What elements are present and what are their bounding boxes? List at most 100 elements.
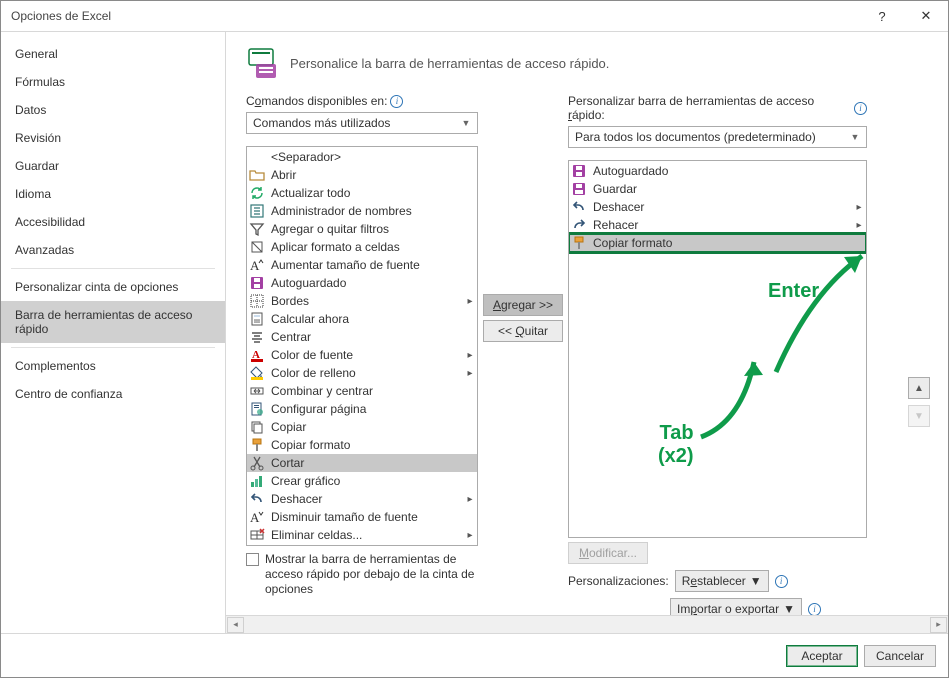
nav-item[interactable]: Accesibilidad: [1, 208, 225, 236]
info-icon[interactable]: i: [390, 95, 403, 108]
list-item[interactable]: Abrir: [247, 166, 477, 184]
cut-icon: [249, 455, 265, 471]
list-item[interactable]: Rehacer: [569, 216, 866, 234]
checkbox-label: Mostrar la barra de herramientas de acce…: [265, 552, 475, 597]
list-item[interactable]: Combinar y centrar: [247, 382, 477, 400]
dialog-footer: Aceptar Cancelar: [1, 633, 948, 677]
borders-icon: [249, 293, 265, 309]
list-item[interactable]: Deshacer: [247, 490, 477, 508]
chevron-down-icon: ▼: [783, 602, 795, 615]
list-item-label: Rehacer: [593, 218, 848, 232]
available-commands-combo[interactable]: Comandos más utilizados ▼: [246, 112, 478, 134]
nav-item[interactable]: Centro de confianza: [1, 380, 225, 408]
list-item-label: Copiar formato: [271, 438, 475, 452]
ok-button[interactable]: Aceptar: [786, 645, 858, 667]
autosave-icon: [571, 163, 587, 179]
list-item-label: Actualizar todo: [271, 186, 475, 200]
list-item-label: Cortar: [271, 456, 475, 470]
nav-item[interactable]: Complementos: [1, 352, 225, 380]
list-item[interactable]: Administrador de nombres: [247, 202, 477, 220]
submenu-indicator-icon: [854, 202, 864, 213]
list-item-label: Configurar página: [271, 402, 475, 416]
nav-item[interactable]: Revisión: [1, 124, 225, 152]
horizontal-scrollbar[interactable]: ◂ ▸: [226, 615, 948, 633]
list-item[interactable]: Deshacer: [569, 198, 866, 216]
submenu-indicator-icon: [465, 296, 475, 307]
combo-value: Comandos más utilizados: [251, 116, 459, 130]
help-icon: ?: [878, 9, 885, 24]
list-item[interactable]: Copiar formato: [247, 436, 477, 454]
scroll-right-icon[interactable]: ▸: [930, 617, 947, 633]
list-item[interactable]: Bordes: [247, 292, 477, 310]
list-item[interactable]: Autoguardado: [247, 274, 477, 292]
submenu-indicator-icon: [465, 368, 475, 379]
scroll-left-icon[interactable]: ◂: [227, 617, 244, 633]
available-commands-label: Comandos disponibles en: i: [246, 94, 478, 108]
format-painter-icon: [571, 235, 587, 251]
list-item[interactable]: AColor de fuente: [247, 346, 477, 364]
list-item-label: Eliminar celdas...: [271, 528, 459, 542]
list-item[interactable]: Eliminar celdas...: [247, 526, 477, 544]
list-item-label: Color de relleno: [271, 366, 459, 380]
info-icon[interactable]: i: [808, 603, 821, 616]
list-item[interactable]: Cortar: [247, 454, 477, 472]
nav-item[interactable]: General: [1, 40, 225, 68]
fill-color-icon: [249, 365, 265, 381]
add-button[interactable]: Agregar >>: [483, 294, 563, 316]
import-export-button[interactable]: Importar o exportar ▼: [670, 598, 802, 615]
nav-item[interactable]: Idioma: [1, 180, 225, 208]
refresh-all-icon: [249, 185, 265, 201]
font-color-icon: A: [249, 347, 265, 363]
format-painter-icon: [249, 437, 265, 453]
reorder-controls: ▲ ▼: [908, 377, 930, 427]
customizations-label: Personalizaciones:: [568, 574, 669, 588]
nav-item[interactable]: Fórmulas: [1, 68, 225, 96]
list-item[interactable]: Calcular ahora: [247, 310, 477, 328]
list-item[interactable]: Color de relleno: [247, 364, 477, 382]
folder-open-icon: [249, 167, 265, 183]
separator-icon: [249, 149, 265, 165]
qat-items-list[interactable]: AutoguardadoGuardar Deshacer Rehacer Copiar…: [568, 160, 867, 538]
list-item[interactable]: Actualizar todo: [247, 184, 477, 202]
page-setup-icon: [249, 401, 265, 417]
submenu-indicator-icon: [465, 530, 475, 541]
nav-item[interactable]: Guardar: [1, 152, 225, 180]
remove-button[interactable]: << Quitar: [483, 320, 563, 342]
list-item[interactable]: <Separador>: [247, 148, 477, 166]
available-commands-list[interactable]: <Separador>Abrir Actualizar todo Administr…: [246, 146, 478, 546]
save-icon: [571, 181, 587, 197]
customize-qat-combo[interactable]: Para todos los documentos (predeterminad…: [568, 126, 867, 148]
close-icon: ✕: [921, 8, 932, 24]
list-item[interactable]: ADisminuir tamaño de fuente: [247, 508, 477, 526]
titlebar: Opciones de Excel ? ✕: [1, 1, 948, 32]
list-item-label: Administrador de nombres: [271, 204, 475, 218]
show-below-ribbon-option[interactable]: Mostrar la barra de herramientas de acce…: [246, 552, 478, 597]
info-icon[interactable]: i: [775, 575, 788, 588]
list-item[interactable]: Crear gráfico: [247, 472, 477, 490]
move-up-button[interactable]: ▲: [908, 377, 930, 399]
info-icon[interactable]: i: [854, 102, 867, 115]
checkbox-unchecked[interactable]: [246, 553, 259, 566]
list-item[interactable]: Centrar: [247, 328, 477, 346]
list-item[interactable]: Guardar: [569, 180, 866, 198]
reset-button[interactable]: Restablecer ▼: [675, 570, 769, 592]
nav-item[interactable]: Datos: [1, 96, 225, 124]
list-item[interactable]: Copiar formato: [569, 234, 866, 252]
list-item[interactable]: AAumentar tamaño de fuente: [247, 256, 477, 274]
list-item-label: Bordes: [271, 294, 459, 308]
list-item-label: Deshacer: [593, 200, 848, 214]
svg-text:A: A: [250, 258, 260, 273]
cancel-button[interactable]: Cancelar: [864, 645, 936, 667]
filter-icon: [249, 221, 265, 237]
list-item-label: Centrar: [271, 330, 475, 344]
nav-item[interactable]: Personalizar cinta de opciones: [1, 273, 225, 301]
nav-item[interactable]: Avanzadas: [1, 236, 225, 264]
list-item[interactable]: Aplicar formato a celdas: [247, 238, 477, 256]
list-item[interactable]: Autoguardado: [569, 162, 866, 180]
list-item[interactable]: Configurar página: [247, 400, 477, 418]
list-item[interactable]: Agregar o quitar filtros: [247, 220, 477, 238]
close-button[interactable]: ✕: [904, 1, 948, 32]
list-item[interactable]: Copiar: [247, 418, 477, 436]
help-button[interactable]: ?: [860, 1, 904, 32]
nav-item[interactable]: Barra de herramientas de acceso rápido: [1, 301, 225, 343]
